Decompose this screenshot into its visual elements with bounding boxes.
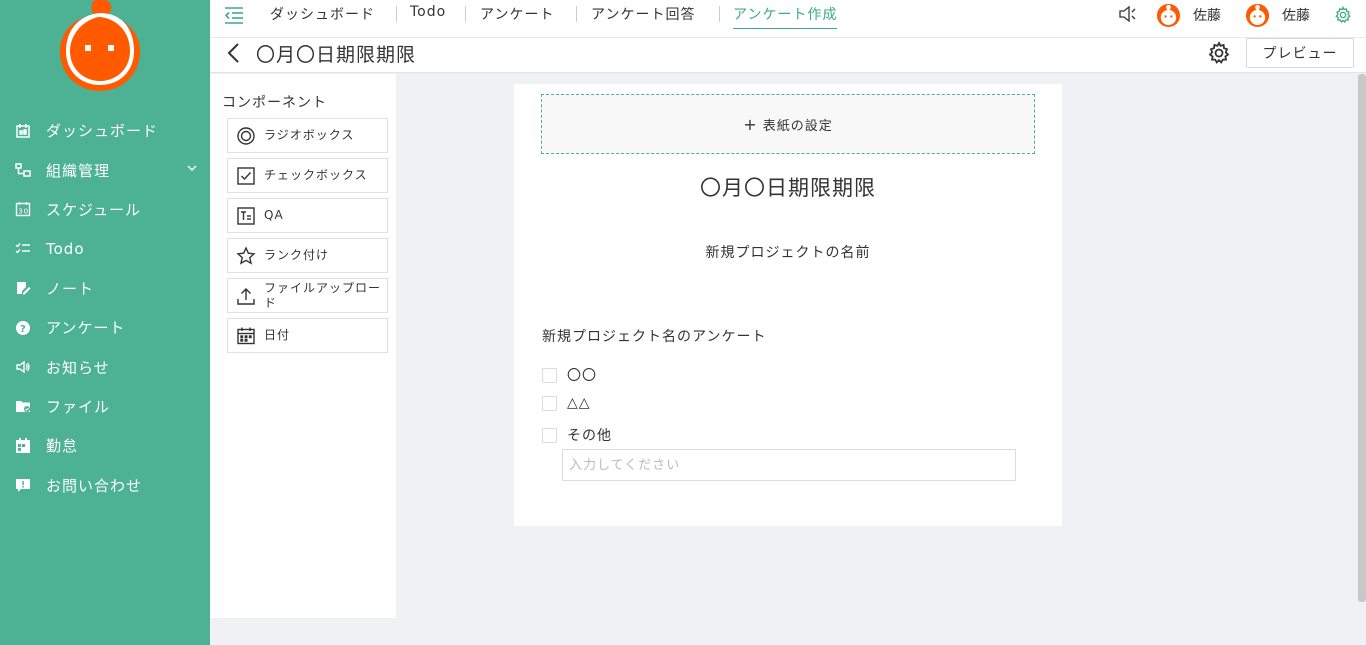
sidebar-item-note[interactable]: ノート: [0, 269, 210, 308]
sidebar-item-label: 勤怠: [46, 437, 79, 456]
component-date[interactable]: 日付: [227, 318, 388, 353]
component-label: チェックボックス: [264, 168, 368, 182]
question-title[interactable]: 新規プロジェクト名のアンケート: [542, 326, 766, 346]
component-ranking[interactable]: ランク付け: [227, 238, 388, 273]
sidebar-item-attendance[interactable]: 勤怠: [0, 426, 210, 465]
form-canvas: + 表紙の設定 〇月〇日期限期限 新規プロジェクトの名前 新規プロジェクト名のア…: [514, 84, 1062, 526]
other-text-input[interactable]: [562, 449, 1016, 481]
user-menu[interactable]: 佐藤: [1245, 2, 1310, 27]
checkbox-option[interactable]: その他: [542, 425, 612, 445]
dashboard-icon: [14, 122, 32, 140]
avatar: [1156, 3, 1181, 27]
inquiry-icon: [14, 476, 32, 494]
top-nav: ダッシュボード Todo アンケート アンケート回答 アンケート作成 佐藤 佐藤: [210, 0, 1366, 38]
component-file-upload[interactable]: ファイルアップロード: [227, 278, 388, 313]
preview-button[interactable]: プレビュー: [1246, 38, 1354, 68]
todo-icon: [14, 240, 32, 258]
sidebar-item-label: Todo: [46, 239, 85, 258]
sidebar-item-inquiry[interactable]: お問い合わせ: [0, 466, 210, 505]
sidebar-item-label: ファイル: [46, 397, 111, 416]
sidebar-item-survey[interactable]: ? アンケート: [0, 308, 210, 347]
form-description[interactable]: 新規プロジェクトの名前: [514, 242, 1062, 262]
date-icon: [237, 327, 255, 344]
checkbox[interactable]: [542, 367, 557, 383]
checkbox-option[interactable]: 〇〇: [542, 365, 597, 385]
component-label: ラジオボックス: [264, 128, 355, 142]
sidebar-item-notice[interactable]: お知らせ: [0, 347, 210, 386]
tab-survey[interactable]: アンケート: [480, 4, 554, 26]
radio-icon: [237, 126, 255, 145]
sidebar-nav: ダッシュボード 組織管理 30 スケジュール Todo ノート ? アンケート …: [0, 111, 210, 505]
page-scrollbar[interactable]: [1358, 74, 1366, 602]
component-label: 日付: [264, 328, 291, 342]
user-name: 佐藤: [1282, 7, 1310, 24]
component-label: ランク付け: [264, 248, 330, 262]
chevron-down-icon[interactable]: [186, 162, 198, 174]
checkbox[interactable]: [542, 395, 557, 411]
svg-text:?: ?: [20, 324, 27, 335]
tab-divider: [465, 6, 466, 22]
sidebar-item-dashboard[interactable]: ダッシュボード: [0, 111, 210, 150]
svg-text:30: 30: [18, 208, 29, 216]
logo-mascot-icon: [60, 0, 140, 91]
tab-survey-create[interactable]: アンケート作成: [733, 4, 838, 29]
sidebar-item-organization[interactable]: 組織管理: [0, 150, 210, 189]
component-label: QA: [264, 208, 284, 222]
sidebar-item-label: ダッシュボード: [46, 122, 159, 141]
sidebar-item-label: お知らせ: [46, 358, 110, 377]
folder-icon: [14, 397, 32, 415]
component-qa[interactable]: QA: [227, 198, 388, 233]
user-menu[interactable]: 佐藤: [1156, 2, 1221, 27]
sidebar-item-schedule[interactable]: 30 スケジュール: [0, 190, 210, 229]
note-icon: [14, 279, 32, 297]
speaker-icon[interactable]: [1118, 5, 1138, 23]
component-label: ファイルアップロード: [264, 280, 382, 310]
option-label: 〇〇: [567, 368, 597, 384]
tab-todo[interactable]: Todo: [410, 4, 446, 26]
sidebar: ダッシュボード 組織管理 30 スケジュール Todo ノート ? アンケート …: [0, 0, 210, 645]
form-title[interactable]: 〇月〇日期限期限: [514, 172, 1062, 202]
component-panel: コンポーネント ラジオボックス チェックボックス QA ランク付け ファイルアッ…: [210, 74, 396, 618]
gear-icon[interactable]: [1334, 6, 1352, 24]
option-label: その他: [567, 428, 612, 444]
component-checkbox[interactable]: チェックボックス: [227, 158, 388, 193]
editor-header: 〇月〇日期限期限 プレビュー: [210, 38, 1366, 73]
checkbox-icon: [237, 166, 255, 185]
sidebar-item-label: ノート: [46, 279, 95, 298]
plus-icon: +: [743, 114, 758, 134]
checkbox-option[interactable]: △△: [542, 395, 591, 411]
option-label: △△: [567, 395, 591, 411]
attendance-icon: [14, 437, 32, 455]
page-title: 〇月〇日期限期限: [256, 44, 417, 66]
tab-divider: [396, 6, 397, 22]
component-radio[interactable]: ラジオボックス: [227, 118, 388, 153]
menu-collapse-icon[interactable]: [224, 6, 244, 24]
sidebar-item-label: スケジュール: [46, 200, 141, 219]
sidebar-item-label: お問い合わせ: [46, 476, 143, 495]
component-panel-title: コンポーネント: [222, 95, 327, 111]
org-icon: [14, 161, 32, 179]
star-icon: [236, 245, 256, 265]
sidebar-item-file[interactable]: ファイル: [0, 387, 210, 426]
tab-divider: [576, 6, 577, 22]
tab-survey-answers[interactable]: アンケート回答: [591, 4, 695, 26]
survey-icon: ?: [14, 319, 32, 337]
megaphone-icon: [14, 358, 32, 376]
sidebar-item-label: 組織管理: [46, 161, 111, 180]
text-icon: [237, 206, 255, 225]
calendar-icon: 30: [14, 200, 32, 218]
cover-settings-button[interactable]: + 表紙の設定: [541, 94, 1035, 154]
sidebar-item-label: アンケート: [46, 319, 126, 338]
avatar: [1245, 3, 1270, 27]
user-name: 佐藤: [1193, 7, 1221, 24]
back-arrow-icon[interactable]: [224, 41, 242, 65]
cover-settings-label: 表紙の設定: [762, 118, 833, 134]
checkbox[interactable]: [542, 427, 557, 443]
tab-divider: [719, 6, 720, 22]
settings-gear-icon[interactable]: [1207, 41, 1231, 65]
tab-dashboard[interactable]: ダッシュボード: [270, 4, 375, 26]
sidebar-item-todo[interactable]: Todo: [0, 229, 210, 268]
upload-icon: [237, 287, 255, 305]
